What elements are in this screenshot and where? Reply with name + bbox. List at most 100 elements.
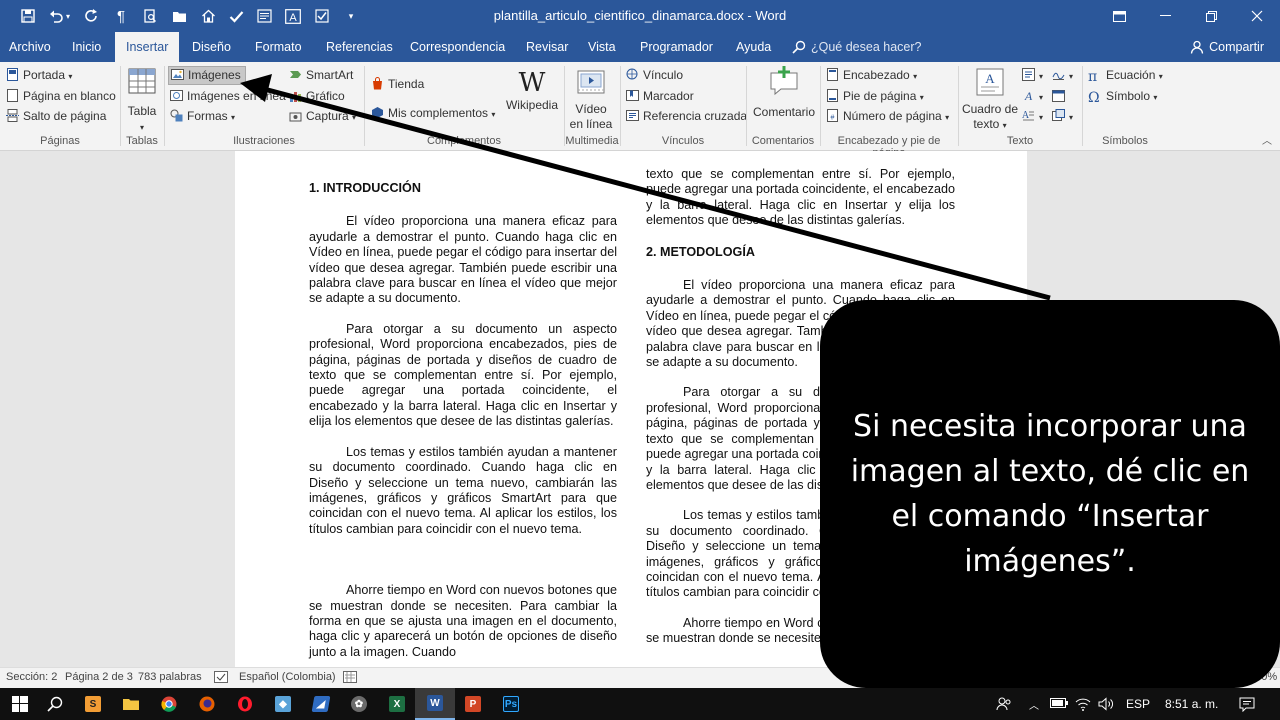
notifications-icon[interactable] <box>1239 697 1255 715</box>
search-taskbar-icon[interactable] <box>35 688 75 720</box>
file-explorer-icon[interactable] <box>111 688 151 720</box>
macro-recording-icon[interactable] <box>343 671 357 686</box>
marcador-label: Marcador <box>643 89 694 103</box>
app-icon[interactable]: ◆ <box>263 688 303 720</box>
referencia-cruzada-button[interactable]: Referencia cruzada <box>626 108 747 124</box>
vinculo-button[interactable]: Vínculo <box>626 67 683 83</box>
tienda-button[interactable]: Tienda <box>371 76 424 92</box>
share-button[interactable]: Compartir <box>1190 32 1264 62</box>
chrome-icon[interactable] <box>149 688 189 720</box>
undo-dropdown-icon[interactable]: ▾ <box>62 0 74 32</box>
app-icon[interactable]: ✿ <box>339 688 379 720</box>
tell-me-search[interactable]: ¿Qué desea hacer? <box>792 32 922 62</box>
page-indicator[interactable]: Página 2 de 3 <box>65 671 133 683</box>
signature-line-button[interactable]: ▾ <box>1052 67 1073 85</box>
tab-correspondencia[interactable]: Correspondencia <box>410 32 505 62</box>
paragraph: Ahorre tiempo en Word con nuevos botones… <box>309 583 617 659</box>
paragraph: El vídeo proporciona una manera eficaz p… <box>309 214 617 306</box>
imagenes-en-linea-label: Imágenes en línea <box>187 89 286 103</box>
tab-ayuda[interactable]: Ayuda <box>736 32 771 62</box>
opera-icon[interactable] <box>225 688 265 720</box>
pagina-en-blanco-button[interactable]: Página en blanco <box>6 88 116 104</box>
excel-icon[interactable]: X <box>377 688 417 720</box>
mis-complementos-button[interactable]: Mis complementos ▾ <box>371 105 495 123</box>
form-icon[interactable] <box>250 0 278 32</box>
salto-de-pagina-label: Salto de página <box>23 109 107 123</box>
minimize-icon[interactable] <box>1142 0 1188 32</box>
cuadro-de-texto-button[interactable]: A Cuadro de texto ▾ <box>960 68 1020 133</box>
salto-de-pagina-button[interactable]: Salto de página <box>6 108 106 124</box>
imagenes-en-linea-button[interactable]: Imágenes en línea <box>170 88 286 104</box>
video-en-linea-button[interactable]: Vídeo en línea <box>567 68 615 132</box>
captura-button[interactable]: Captura ▾ <box>289 108 356 126</box>
customize-toolbar-icon[interactable]: ▾ <box>337 0 365 32</box>
check-icon[interactable] <box>222 0 250 32</box>
heading-introduccion: 1. INTRODUCCIÓN <box>309 181 421 195</box>
wifi-icon[interactable] <box>1075 697 1091 714</box>
wikipedia-button[interactable]: W Wikipedia <box>503 68 561 113</box>
date-time-button[interactable] <box>1052 88 1069 104</box>
sublime-text-icon[interactable]: S <box>73 688 113 720</box>
ecuacion-button[interactable]: π Ecuación ▾ <box>1088 67 1163 85</box>
app-icon[interactable]: ◢ <box>301 688 341 720</box>
word-taskbar-icon[interactable]: W <box>415 688 455 720</box>
wordart-button[interactable]: A ▾ <box>1022 88 1043 106</box>
object-button[interactable]: ▾ <box>1052 108 1073 126</box>
redo-icon[interactable] <box>78 0 106 32</box>
clock[interactable]: 8:51 a. m. <box>1165 697 1218 711</box>
paragraph-marks-icon[interactable]: ¶ <box>107 0 135 32</box>
smartart-button[interactable]: SmartArt <box>289 67 353 83</box>
tab-archivo[interactable]: Archivo <box>9 32 51 62</box>
tab-programador[interactable]: Programador <box>640 32 713 62</box>
ribbon-display-options-icon[interactable] <box>1096 0 1142 32</box>
tab-formato[interactable]: Formato <box>255 32 302 62</box>
tab-diseno[interactable]: Diseño <box>192 32 231 62</box>
tab-inicio[interactable]: Inicio <box>72 32 101 62</box>
text-box-icon[interactable]: A <box>279 0 307 32</box>
collapse-ribbon-icon[interactable]: ︿ <box>1262 134 1272 150</box>
firefox-icon[interactable] <box>187 688 227 720</box>
show-hidden-icons-icon[interactable]: ︿ <box>1029 697 1039 712</box>
quick-parts-button[interactable]: ▾ <box>1022 67 1043 85</box>
drop-cap-button[interactable]: A ▾ <box>1022 108 1043 126</box>
portada-button[interactable]: Portada ▾ <box>6 67 72 85</box>
tab-referencias[interactable]: Referencias <box>326 32 393 62</box>
windows-start-icon[interactable] <box>0 688 40 720</box>
signature-dropdown-icon: ▾ <box>1069 72 1074 81</box>
home-icon[interactable] <box>194 0 222 32</box>
tabla-button[interactable]: Tabla ▾ <box>124 68 160 135</box>
svg-text:A: A <box>985 71 995 86</box>
tab-vista[interactable]: Vista <box>588 32 616 62</box>
grafico-button[interactable]: Gráfico <box>289 88 345 104</box>
online-picture-icon <box>170 89 183 102</box>
save-icon[interactable] <box>14 0 42 32</box>
input-language[interactable]: ESP <box>1126 697 1150 711</box>
battery-icon[interactable] <box>1050 697 1068 711</box>
tab-revisar[interactable]: Revisar <box>526 32 568 62</box>
people-icon[interactable] <box>996 697 1012 714</box>
cross-reference-icon <box>626 109 639 122</box>
pie-de-pagina-button[interactable]: Pie de página ▾ <box>826 88 924 106</box>
simbolo-button[interactable]: Ω Símbolo ▾ <box>1088 88 1157 106</box>
numero-de-pagina-button[interactable]: # Número de página ▾ <box>826 108 949 126</box>
imagenes-button[interactable]: Imágenes <box>168 66 246 85</box>
volume-icon[interactable] <box>1098 697 1114 714</box>
word-count[interactable]: 783 palabras <box>138 671 202 683</box>
group-separator <box>1082 66 1083 146</box>
comentario-button[interactable]: Comentario <box>750 66 818 120</box>
close-icon[interactable] <box>1234 0 1280 32</box>
print-preview-icon[interactable] <box>136 0 164 32</box>
marcador-button[interactable]: Marcador <box>626 88 694 104</box>
wikipedia-label: Wikipedia <box>505 98 559 112</box>
proofing-icon[interactable] <box>214 671 228 686</box>
formas-button[interactable]: Formas ▾ <box>170 108 235 126</box>
photoshop-icon[interactable]: Ps <box>491 688 531 720</box>
restore-icon[interactable] <box>1188 0 1234 32</box>
open-folder-icon[interactable] <box>165 0 193 32</box>
powerpoint-icon[interactable]: P <box>453 688 493 720</box>
checkbox-icon[interactable] <box>308 0 336 32</box>
encabezado-button[interactable]: Encabezado ▾ <box>826 67 917 85</box>
section-indicator[interactable]: Sección: 2 <box>6 671 57 683</box>
language-indicator[interactable]: Español (Colombia) <box>239 671 336 683</box>
tab-insertar[interactable]: Insertar <box>115 32 180 62</box>
